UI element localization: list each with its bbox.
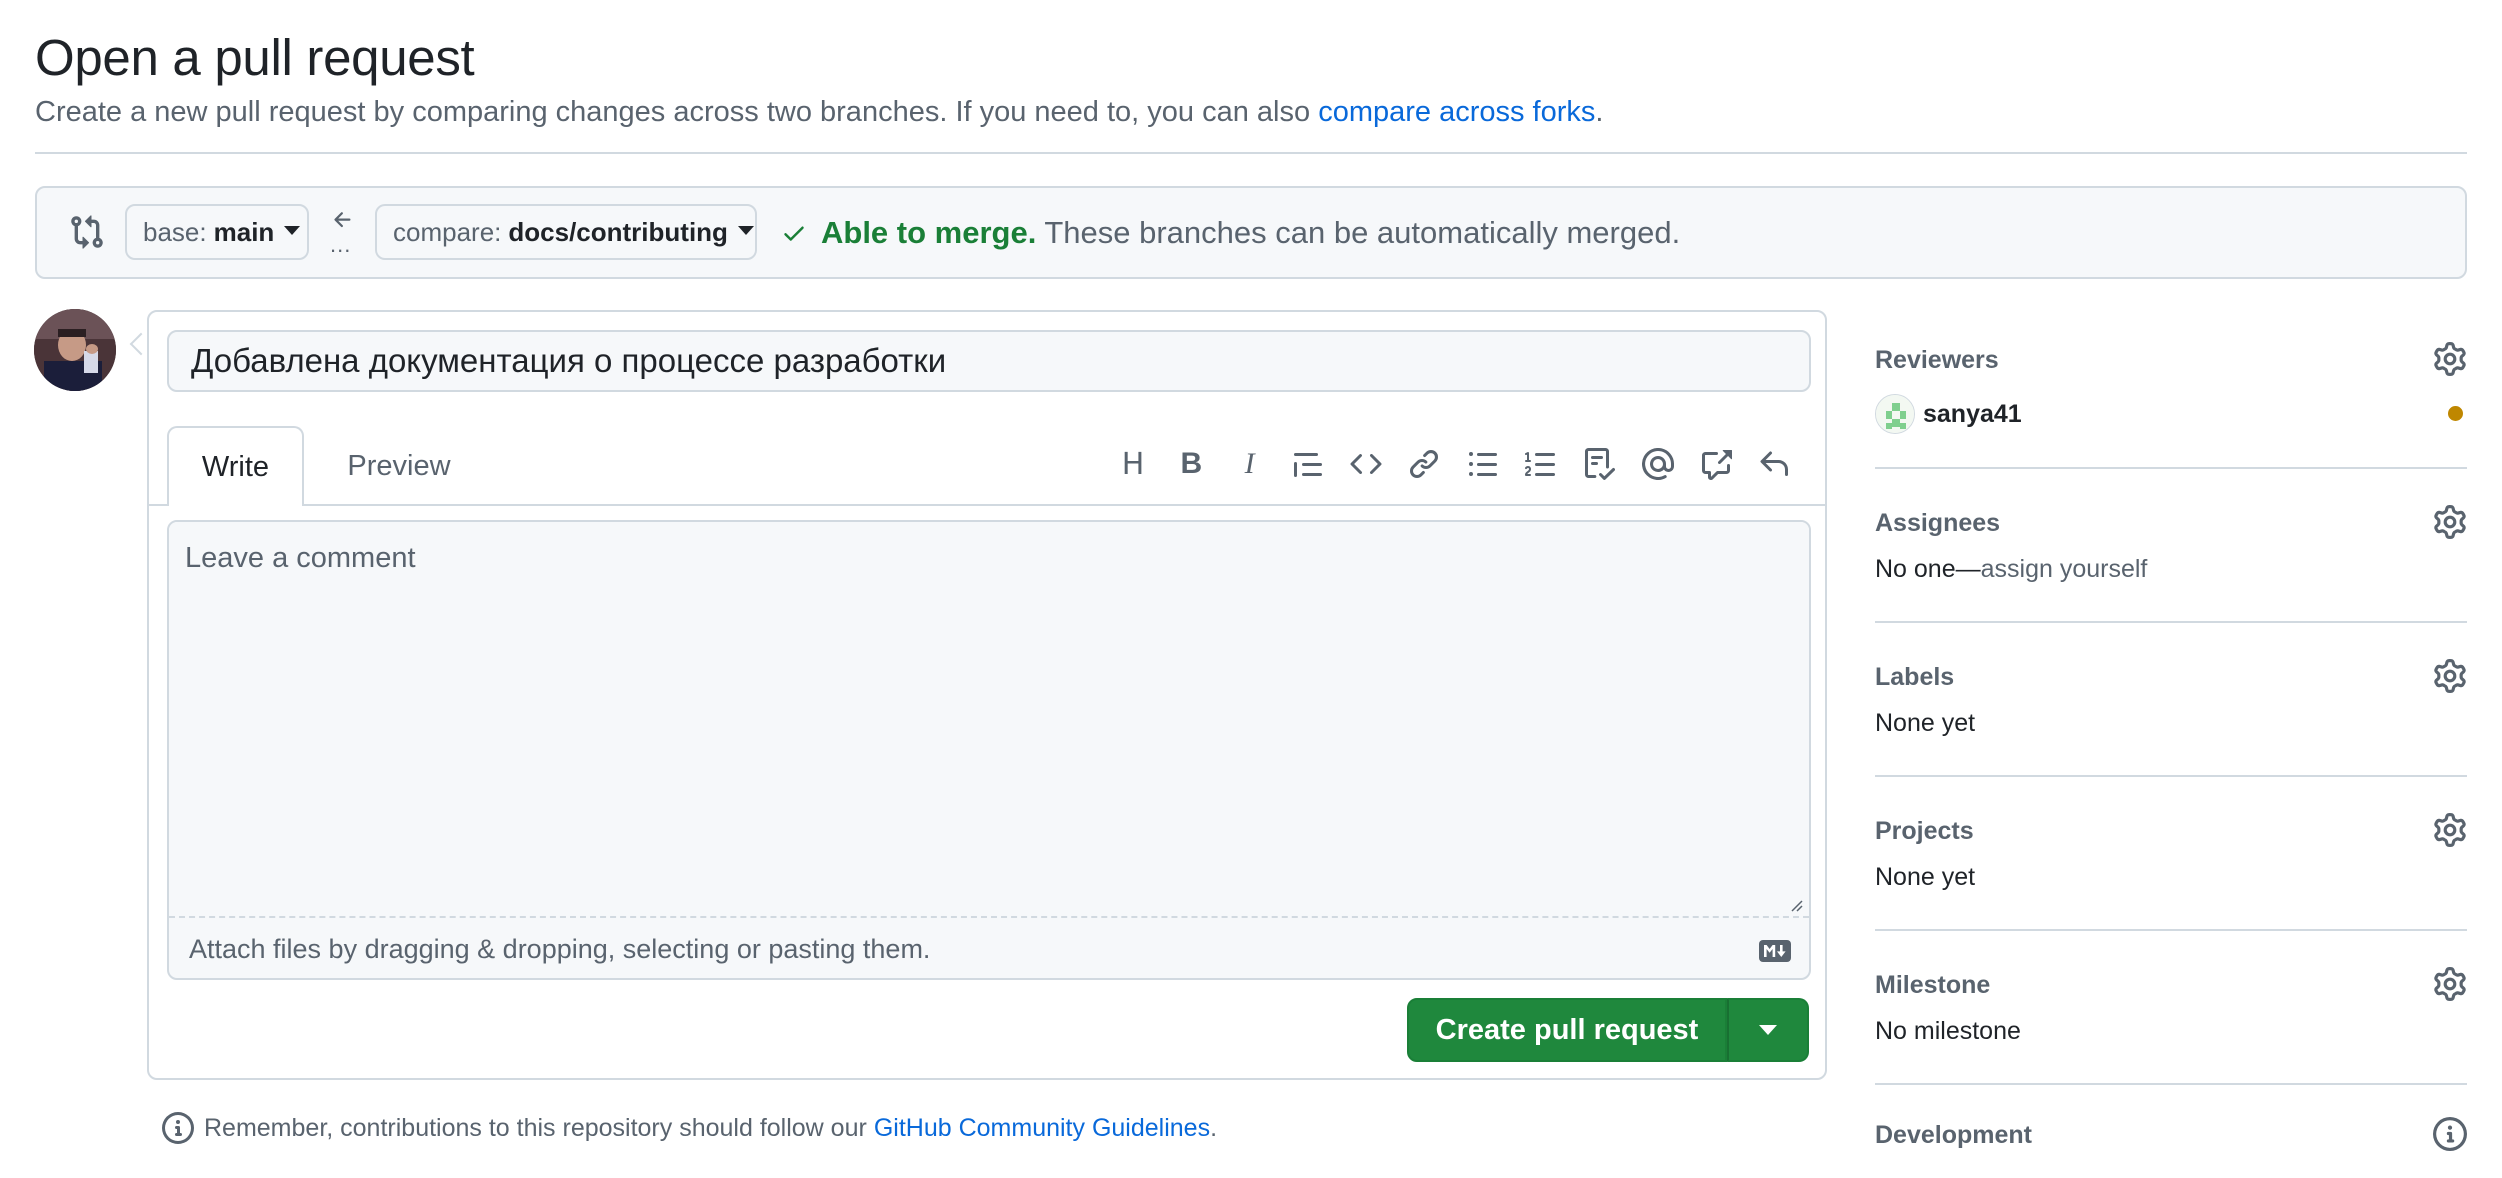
quote-icon <box>1293 453 1322 477</box>
compare-label: compare: <box>393 216 502 247</box>
reviewers-heading[interactable]: Reviewers <box>1875 346 1999 375</box>
triangle-down-icon <box>1759 1025 1777 1035</box>
unordered-list-button[interactable] <box>1461 442 1505 486</box>
bold-icon: B <box>1180 447 1203 480</box>
attach-files-hint[interactable]: Attach files by dragging & dropping, sel… <box>189 934 930 965</box>
cross-reference-button[interactable] <box>1694 442 1738 486</box>
community-guidelines-link[interactable]: GitHub Community Guidelines <box>874 1114 1210 1143</box>
projects-section: Projects None yet <box>1875 777 2467 931</box>
identicon-image <box>1876 395 1914 433</box>
branch-range-bar: base: main ... compare: docs/contributing … <box>35 186 2467 279</box>
projects-value: None yet <box>1875 863 1976 891</box>
markdown-icon[interactable] <box>1759 940 1791 962</box>
assignees-section: Assignees No one—assign yourself <box>1875 469 2467 623</box>
italic-button[interactable]: I <box>1228 442 1272 486</box>
reply-icon <box>1760 451 1789 476</box>
code-icon <box>1350 453 1382 475</box>
compare-branch-name: docs/contributing <box>508 216 728 247</box>
review-pending-dot <box>2448 406 2463 421</box>
chevron-down-icon <box>737 225 754 235</box>
arrow-left-icon <box>334 212 351 228</box>
guideline-text: Remember, contributions to this reposito… <box>204 1113 867 1142</box>
tasklist-icon <box>1585 448 1616 480</box>
info-icon <box>162 1112 194 1144</box>
projects-heading[interactable]: Projects <box>1875 817 1974 846</box>
ordered-list-button[interactable] <box>1519 442 1563 486</box>
labels-heading[interactable]: Labels <box>1875 663 1954 692</box>
community-guidelines-note: Remember, contributions to this reposito… <box>162 1112 1217 1144</box>
milestone-section: Milestone No milestone <box>1875 931 2467 1085</box>
reviewer-username: sanya41 <box>1923 399 2022 428</box>
milestone-value: No milestone <box>1875 1017 2021 1045</box>
link-button[interactable] <box>1402 442 1446 486</box>
mention-button[interactable] <box>1636 442 1680 486</box>
pr-sidebar: Reviewers sanya41 Assignees No one—assig… <box>1875 310 2467 1178</box>
info-icon[interactable] <box>2433 1117 2467 1151</box>
check-icon <box>784 226 804 241</box>
create-pr-button-group: Create pull request <box>1407 998 1809 1062</box>
subtitle-text: Create a new pull request by comparing c… <box>35 96 1311 128</box>
gear-icon[interactable] <box>2433 813 2467 847</box>
tab-preview[interactable]: Preview <box>324 426 474 506</box>
assignees-value: No one—assign yourself <box>1875 555 2147 584</box>
gear-icon[interactable] <box>2433 505 2467 539</box>
saved-replies-button[interactable] <box>1752 442 1796 486</box>
list-unordered-icon <box>1468 452 1497 476</box>
subtitle-end: . <box>1595 96 1604 128</box>
compare-branch-select[interactable]: compare: docs/contributing <box>375 204 757 260</box>
reviewer-item[interactable]: sanya41 <box>1875 394 2022 434</box>
gear-icon[interactable] <box>2433 967 2467 1001</box>
reviewers-section: Reviewers sanya41 <box>1875 310 2467 469</box>
merge-status: Able to merge. These branches can be aut… <box>779 215 1680 251</box>
create-pull-request-button[interactable]: Create pull request <box>1407 998 1727 1062</box>
tab-write[interactable]: Write <box>167 426 304 506</box>
range-dots: ... <box>330 232 352 257</box>
avatar[interactable] <box>34 309 116 391</box>
link-icon <box>1410 449 1439 479</box>
user-avatar-image <box>34 309 116 391</box>
heading-icon: H <box>1121 446 1145 482</box>
development-heading: Development <box>1875 1121 2032 1149</box>
git-compare-icon <box>71 215 103 249</box>
base-branch-select[interactable]: base: main <box>125 204 309 260</box>
comment-box: Attach files by dragging & dropping, sel… <box>167 520 1811 980</box>
resize-handle-icon[interactable] <box>1789 898 1803 912</box>
compare-across-forks-link[interactable]: compare across forks <box>1318 96 1595 128</box>
pr-title-input[interactable] <box>167 330 1811 392</box>
bold-button[interactable]: B <box>1169 442 1213 486</box>
editor-tab-row: Write Preview H B I <box>149 426 1825 506</box>
gear-icon[interactable] <box>2433 659 2467 693</box>
labels-section: Labels None yet <box>1875 623 2467 777</box>
assignees-heading[interactable]: Assignees <box>1875 509 2000 538</box>
reviewer-avatar <box>1875 394 1915 434</box>
cross-reference-icon <box>1701 450 1732 480</box>
base-branch-name: main <box>213 216 275 247</box>
task-list-button[interactable] <box>1577 442 1621 486</box>
guideline-end: . <box>1210 1113 1218 1142</box>
base-label: base: <box>143 216 207 247</box>
milestone-heading[interactable]: Milestone <box>1875 971 1990 1000</box>
page-title: Open a pull request <box>35 29 475 86</box>
assignees-none: No one— <box>1875 555 1981 583</box>
page-subtitle: Create a new pull request by comparing c… <box>35 96 1603 129</box>
mention-icon <box>1641 448 1674 480</box>
comment-textarea[interactable] <box>169 522 1809 918</box>
heading-button[interactable]: H <box>1111 442 1155 486</box>
list-ordered-icon <box>1525 452 1556 476</box>
labels-value: None yet <box>1875 709 1976 737</box>
quote-button[interactable] <box>1286 442 1330 486</box>
merge-description: These branches can be automatically merg… <box>1044 215 1681 250</box>
assign-yourself-link[interactable]: assign yourself <box>1981 555 2148 583</box>
pr-composer: Write Preview H B I <box>147 310 1827 1080</box>
create-options-dropdown[interactable] <box>1727 998 1809 1062</box>
header-divider <box>35 152 2467 154</box>
merge-ok-text: Able to merge. <box>821 215 1037 250</box>
gear-icon[interactable] <box>2433 342 2467 376</box>
italic-icon: I <box>1244 447 1255 480</box>
chevron-down-icon <box>284 225 301 235</box>
development-section: Development <box>1875 1085 2467 1178</box>
markdown-toolbar: H B I <box>1111 442 1811 486</box>
code-button[interactable] <box>1344 442 1388 486</box>
